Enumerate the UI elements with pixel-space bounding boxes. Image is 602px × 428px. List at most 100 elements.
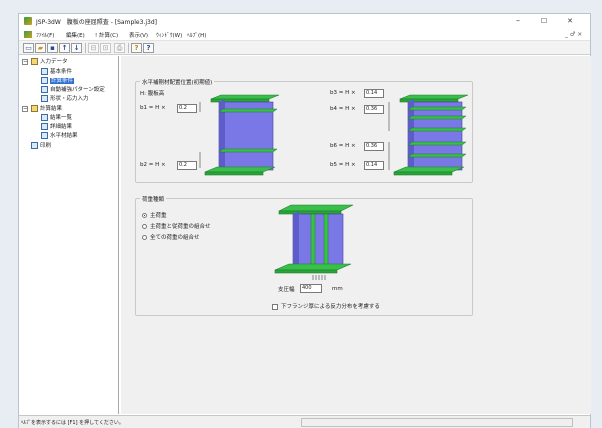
app-window: JSP-3dW 腹板の座屈照査 - [Sample3.j3d] – ☐ ✕ ﾌｧ… [18,13,591,428]
b1-label: b1 = H × [140,105,166,111]
document-icon [41,86,48,93]
load-main-secondary-radio[interactable]: 主荷重と従荷重の組合せ [142,222,211,230]
tree-item-calc-result[interactable]: 計算結果 [31,105,62,113]
move-down-button[interactable]: ↓ [71,43,82,53]
title-bar: JSP-3dW 腹板の座屈照査 - [Sample3.j3d] – ☐ ✕ [19,14,590,28]
bearing-diagram [274,204,354,280]
minimize-button[interactable]: – [508,15,528,27]
radio-label: 全ての荷重の組合せ [150,235,200,241]
bearing-width-input[interactable]: 400 [300,284,322,293]
document-icon [41,68,48,75]
load-main-radio[interactable]: 主荷重 [142,211,167,219]
tree-item-basic[interactable]: 基本条件 [41,68,72,76]
document-icon [41,132,48,139]
web-height-note: H: 腹板高 [140,91,165,97]
tree-item-label: 水平材結果 [50,133,78,139]
tree-item-label: 詳細結果 [50,124,73,130]
mdi-controls[interactable]: _ ♂ × [565,31,582,38]
load-type-group: 荷重種類 主荷重 主荷重と従荷重の組合せ 全ての荷重の組合せ 支圧幅 400 m… [135,195,473,316]
navigation-tree: − 入力データ 基本条件 計算条件 自動補強パターン設定 形状・応力入力 − 計… [19,56,119,414]
main-panel: 水平補剛材配置位置(初期値) H: 腹板高 b1 = H × 0.2 b2 = … [121,56,591,414]
tree-item-label: 計算結果 [40,106,63,112]
window-title: JSP-3dW 腹板の座屈照査 - [Sample3.j3d] [36,19,157,26]
radio-dot [142,235,147,240]
radio-dot [142,224,147,229]
menu-window[interactable]: ｳｨﾝﾄﾞｳ(W) [156,31,182,39]
b3-input[interactable]: 0.14 [364,89,384,98]
document-icon[interactable] [24,31,32,38]
group-title: 荷重種類 [140,195,167,203]
tree-item-horizontal-result[interactable]: 水平材結果 [41,132,78,140]
paste-button[interactable]: ⊡ [100,43,111,53]
help-button[interactable]: ? [131,43,142,53]
folder-icon [31,105,38,112]
radio-label: 主荷重 [150,213,167,219]
context-help-button[interactable]: ? [143,43,154,53]
document-icon [41,77,48,84]
menu-view[interactable]: 表示(V) [129,31,148,39]
maximize-button[interactable]: ☐ [534,15,554,27]
tree-item-auto-pattern[interactable]: 自動補強パターン設定 [41,86,105,94]
tree-item-calc-cond[interactable]: 計算条件 [41,77,75,85]
folder-icon [31,58,38,65]
status-bar: ﾍﾙﾌﾟを表示するには [F1] を押してください。 [19,415,590,428]
b2-label: b2 = H × [140,162,166,168]
girder-diagram-multi [388,94,469,176]
save-button[interactable]: ▪ [47,43,58,53]
bearing-width-unit: mm [332,286,343,292]
close-button[interactable]: ✕ [560,15,580,27]
tree-item-result-list[interactable]: 結果一覧 [41,114,72,122]
tree-item-input-data[interactable]: 入力データ [31,58,68,66]
toolbar-separator [128,43,129,53]
girder-diagram-single [199,94,280,176]
tree-item-label: 自動補強パターン設定 [50,87,105,93]
tree-item-print[interactable]: 印刷 [31,142,51,150]
move-up-button[interactable]: ↑ [59,43,70,53]
checkbox-label: 下フランジ厚による反力分布を考慮する [281,304,380,310]
document-icon [41,95,48,102]
tree-item-shape-stress[interactable]: 形状・応力入力 [41,95,89,103]
tree-item-label: 結果一覧 [50,115,73,121]
group-title: 水平補剛材配置位置(初期値) [140,78,215,86]
stiffener-position-group: 水平補剛材配置位置(初期値) H: 腹板高 b1 = H × 0.2 b2 = … [135,78,473,183]
expand-toggle-input[interactable]: − [22,59,28,65]
tree-item-label: 基本条件 [50,69,73,75]
radio-dot [142,213,147,218]
b2-input[interactable]: 0.2 [177,161,197,170]
menu-calc[interactable]: ! 計算(C) [95,31,118,39]
radio-label: 主荷重と従荷重の組合せ [150,224,211,230]
expand-toggle-result[interactable]: − [22,106,28,112]
flange-distribution-checkbox[interactable]: 下フランジ厚による反力分布を考慮する [272,302,380,310]
b3-label: b3 = H × [330,90,356,96]
copy-button[interactable]: ⊟ [88,43,99,53]
toolbar-separator [85,43,86,53]
new-file-button[interactable]: ▭ [23,43,34,53]
load-all-radio[interactable]: 全ての荷重の組合せ [142,233,200,241]
b5-input[interactable]: 0.14 [364,161,384,170]
status-text: ﾍﾙﾌﾟを表示するには [F1] を押してください。 [21,420,124,426]
menu-file[interactable]: ﾌｧｲﾙ(F) [36,31,54,39]
status-pane [301,418,573,427]
menu-bar: ﾌｧｲﾙ(F) 編集(E) ! 計算(C) 表示(V) ｳｨﾝﾄﾞｳ(W) ﾍﾙ… [19,28,590,41]
print-button[interactable]: ⎙ [114,43,125,53]
tree-item-label: 計算条件 [50,78,75,84]
tree-item-label: 入力データ [40,59,68,65]
menu-help[interactable]: ﾍﾙﾌﾟ(H) [187,31,206,39]
menu-edit[interactable]: 編集(E) [66,31,85,39]
b4-input[interactable]: 0.36 [364,105,384,114]
tree-item-detail-result[interactable]: 詳細結果 [41,123,72,131]
bearing-width-label: 支圧幅 [278,287,295,293]
tree-item-label: 形状・応力入力 [50,96,89,102]
b4-label: b4 = H × [330,106,356,112]
b1-input[interactable]: 0.2 [177,104,197,113]
b6-input[interactable]: 0.36 [364,142,384,151]
document-icon [41,123,48,130]
app-icon [24,17,32,25]
b5-label: b5 = H × [330,162,356,168]
toolbar: ▭ ▰ ▪ ↑ ↓ ⊟ ⊡ ⎙ ? ? [19,41,590,55]
tree-item-label: 印刷 [40,143,52,149]
b6-label: b6 = H × [330,143,356,149]
open-file-button[interactable]: ▰ [35,43,46,53]
checkbox-box [272,303,278,310]
document-icon [41,114,48,121]
